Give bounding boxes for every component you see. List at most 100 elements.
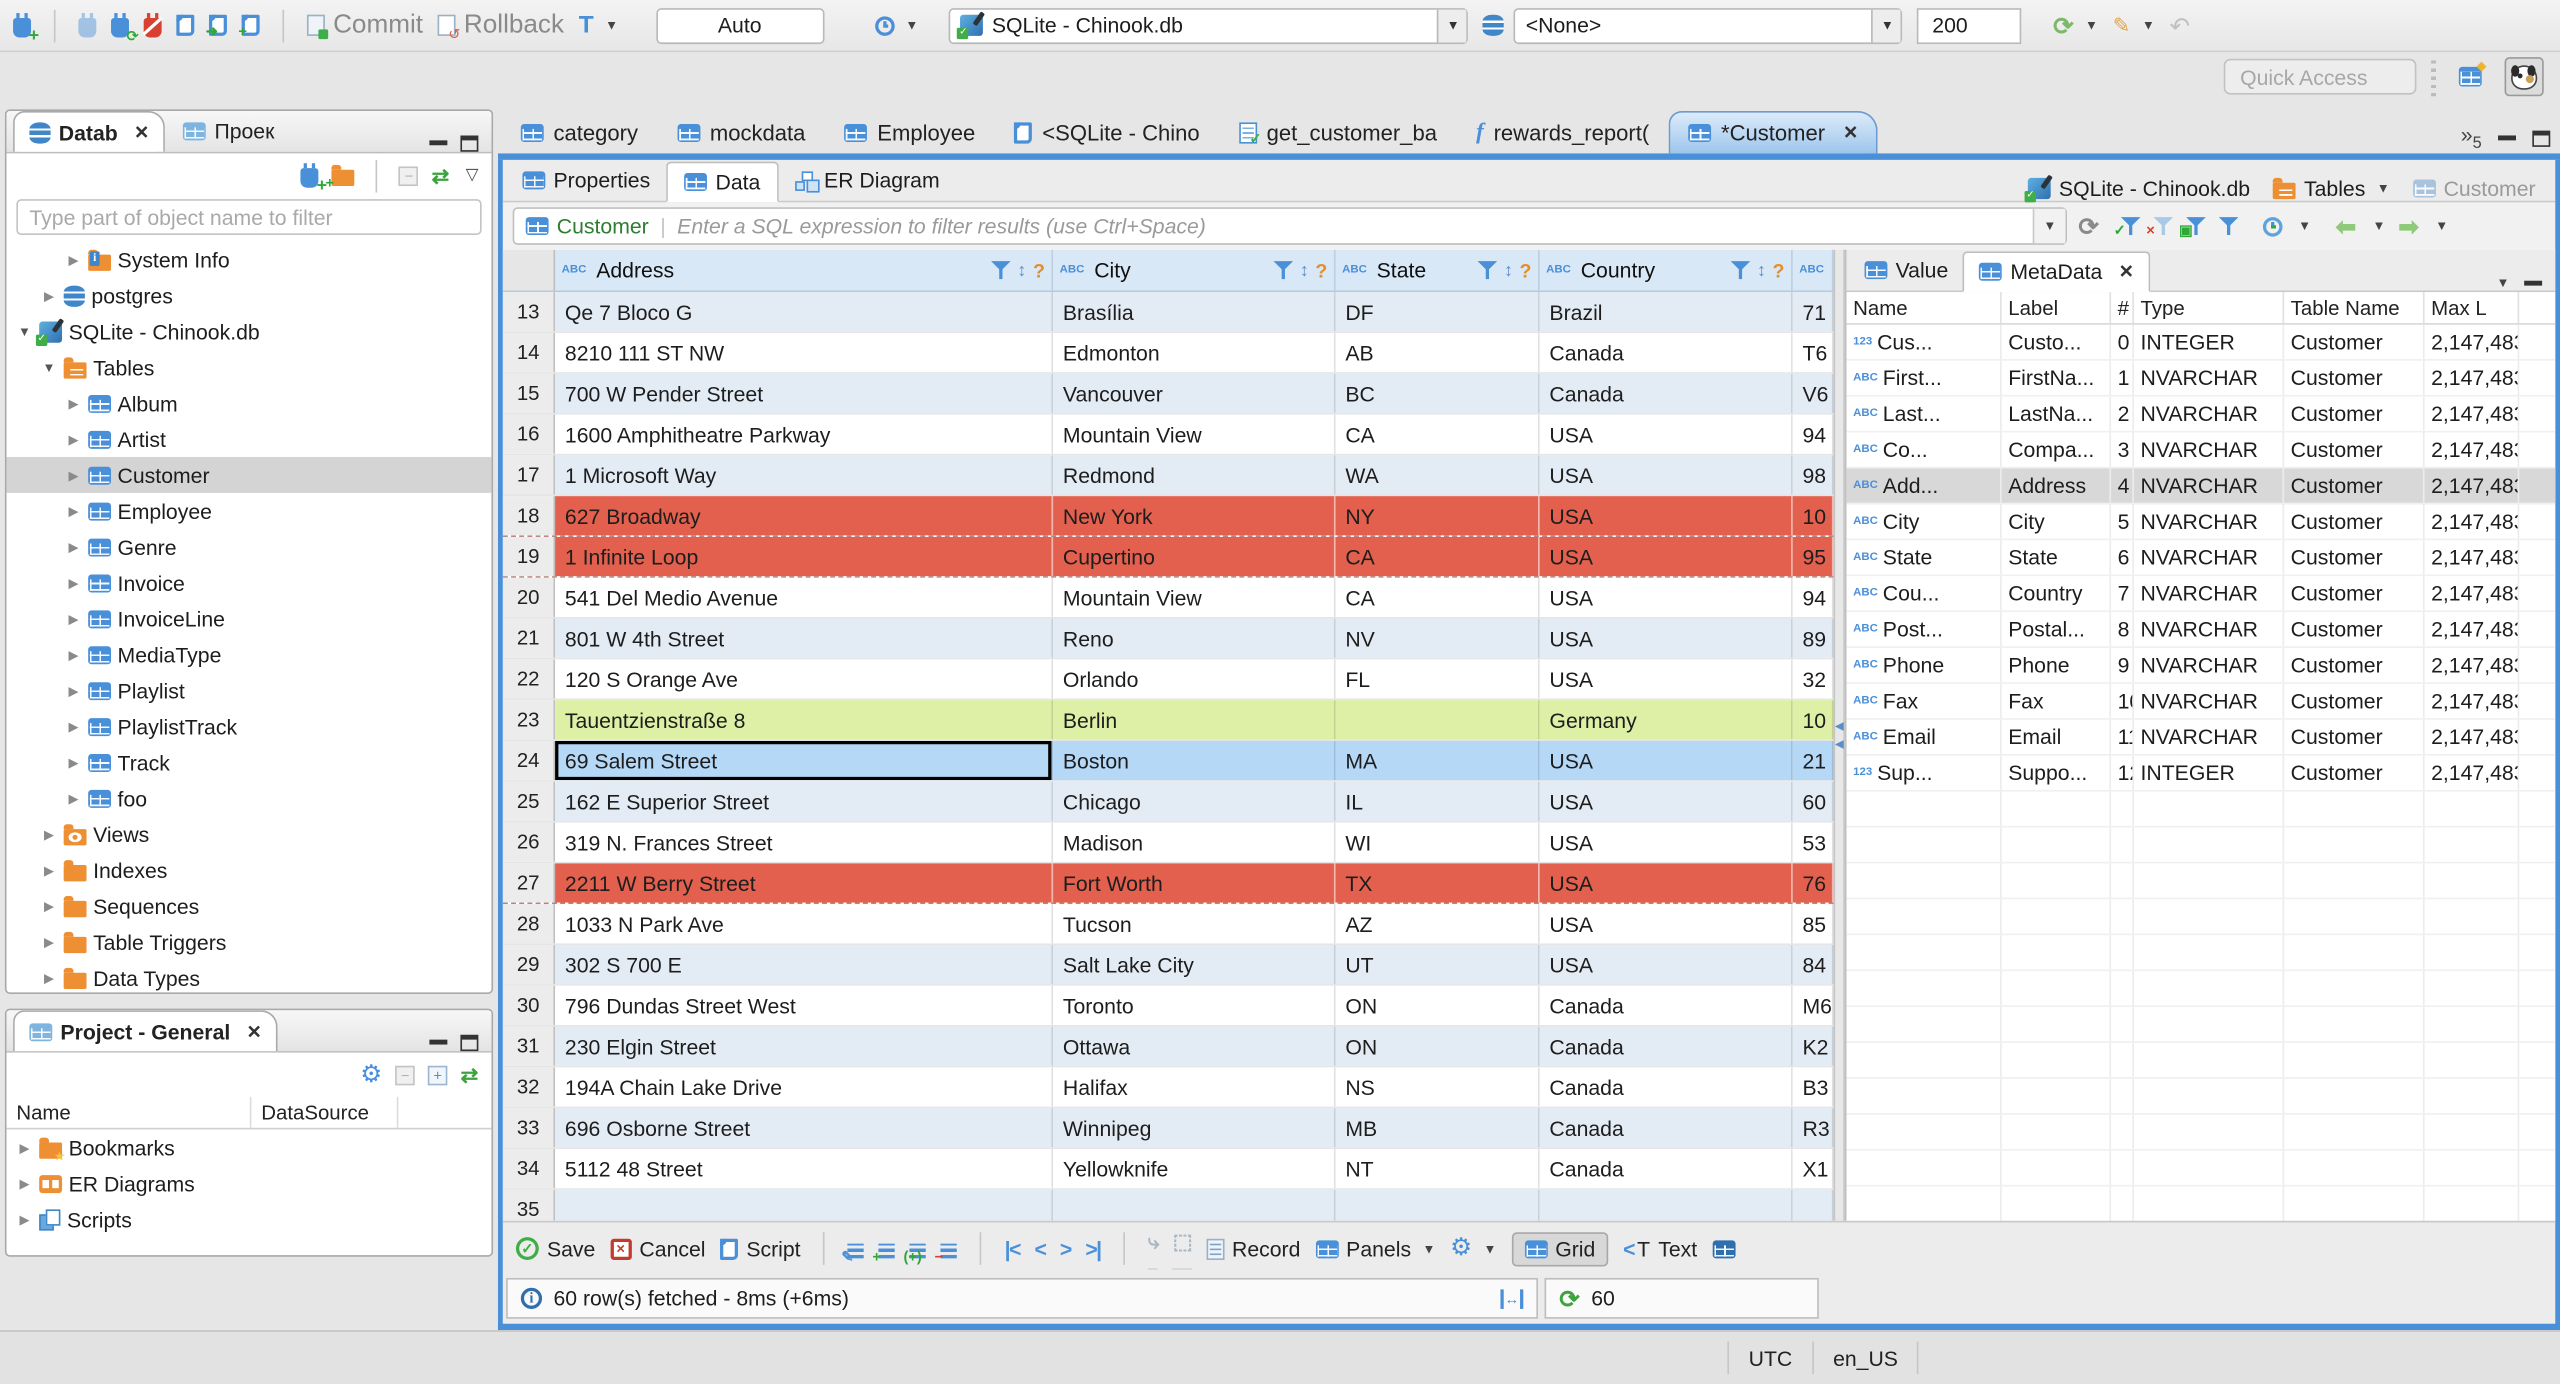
text-view-button[interactable]: < T Text [1623,1236,1697,1260]
grid-cell[interactable]: Tauentzienstraße 8 [555,700,1054,740]
grid-cell[interactable]: Fort Worth [1053,863,1336,903]
grid-cell[interactable]: 84 [1792,944,1834,985]
expand-arrow-icon[interactable]: ▶ [41,827,57,842]
row-number[interactable]: 13 [502,292,556,332]
grid-cell[interactable]: Canada [1539,1067,1793,1107]
grid-cell[interactable]: 69 Salem Street [555,740,1054,781]
metadata-row-state[interactable]: ABC State State 6 NVARCHAR Customer 2,147,483 [1846,540,2556,577]
table-row[interactable]: 30 796 Dundas Street West Toronto ON Canada M… [502,985,1834,1027]
metadata-cell[interactable]: 2,147,483 [2425,468,2520,503]
metadata-cell[interactable]: ABC City [1847,504,2002,539]
grid-cell[interactable]: 95 [1792,536,1834,577]
grid-cell[interactable] [1792,1189,1834,1221]
tree-item-table-triggers[interactable]: ▶ Table Triggers [7,924,492,960]
script-button[interactable]: Script [720,1236,801,1261]
grid-cell[interactable]: 1 Infinite Loop [555,536,1054,577]
copy-row-icon[interactable]: (+) [903,1243,927,1265]
panel-splitter[interactable]: ◀ ◀ [1833,249,1845,1221]
metadata-cell[interactable]: 2,147,483 [2425,576,2520,611]
sql-history-button[interactable]: ▼ [874,15,918,36]
metadata-cell[interactable]: Customer [2284,683,2425,719]
auto-refresh-timer-icon[interactable] [2262,216,2282,236]
grid-cell[interactable]: Ottawa [1053,1026,1336,1066]
metadata-cell[interactable]: ABC First... [1847,360,2002,395]
grid-cell[interactable]: 194A Chain Lake Drive [555,1067,1054,1107]
grid-cell[interactable]: Canada [1539,1026,1793,1066]
expand-arrow-icon[interactable]: ▶ [41,863,57,878]
metadata-cell[interactable]: 2,147,483 [2425,755,2520,790]
column-header-item[interactable]: ABC [1793,249,1834,291]
grid-cell[interactable]: Tucson [1053,904,1336,944]
metadata-cell[interactable]: Customer [2284,576,2425,611]
metadata-row-email[interactable]: ABC Email Email 11 NVARCHAR Customer 2,147,483 [1846,719,2556,756]
grid-cell[interactable]: 541 Del Medio Avenue [555,577,1054,617]
edit-row-icon[interactable]: ✎ [841,1243,865,1265]
database-select-combo[interactable]: SQLite - Chinook.db ▼ [949,7,1469,44]
filter-history-dropdown-icon[interactable]: ▼ [2032,208,2066,244]
filter-funnel-icon[interactable] [991,261,1011,280]
row-number[interactable]: 28 [502,904,556,944]
tree-item-er-diagrams[interactable]: ▶ ER Diagrams [7,1165,492,1201]
metadata-row-custo[interactable]: 123 Cus... Custo... 0 INTEGER Customer 2,147,4… [1846,324,2556,361]
metadata-cell[interactable]: 2,147,483 [2425,719,2520,755]
metadata-cell[interactable]: NVARCHAR [2134,576,2285,611]
tree-item-indexes[interactable]: ▶ Indexes [7,852,492,888]
grid-cell[interactable]: 801 W 4th Street [555,618,1054,658]
grid-cell[interactable]: Germany [1539,700,1793,740]
combo-dropdown-icon[interactable]: ▼ [1871,8,1902,42]
expand-arrow-icon[interactable]: ▶ [65,432,81,447]
result-settings-button[interactable]: ⚙ ▼ [1450,1235,1496,1260]
table-row[interactable]: 16 1600 Amphitheatre Parkway Mountain View… [502,414,1834,456]
grid-cell[interactable]: T6 [1792,332,1834,373]
metadata-cell[interactable]: NVARCHAR [2134,360,2285,395]
metadata-row-phone[interactable]: ABC Phone Phone 9 NVARCHAR Customer 2,147,483 [1846,647,2556,684]
metadata-cell[interactable]: 1 [2111,360,2134,395]
panels-button[interactable]: Panels ▼ [1315,1236,1435,1261]
sort-icon[interactable]: ↕ [1757,260,1766,280]
minimize-icon[interactable] [429,1039,448,1045]
tree-item-foo[interactable]: ▶ foo [7,780,492,816]
table-row[interactable]: 21 801 W 4th Street Reno NV USA 89 [502,618,1834,660]
expand-arrow-icon[interactable]: ▶ [16,1212,32,1227]
metadata-cell[interactable]: City [2002,504,2112,539]
metadata-cell[interactable]: ABC Last... [1847,396,2002,431]
grid-cell[interactable]: 230 Elgin Street [555,1026,1054,1066]
grid-cell[interactable]: X1 [1792,1148,1834,1189]
row-number[interactable]: 24 [502,740,556,781]
resize-columns-icon[interactable]: ↔ [1500,1288,1524,1309]
table-row[interactable]: 19 1 Infinite Loop Cupertino CA USA 95 [502,536,1834,578]
table-row[interactable]: 26 319 N. Frances Street Madison WI USA 53 [502,822,1834,864]
grid-cell[interactable]: 796 Dundas Street West [555,985,1054,1025]
tree-item-playlist[interactable]: ▶ Playlist [7,672,492,708]
locale-indicator[interactable]: en_US [1811,1342,1920,1374]
metadata-cell[interactable]: Customer [2284,432,2425,467]
editor-tab-customer[interactable]: *Customer ✕ [1668,110,1878,154]
fetch-next-icon[interactable]: ➡ [2398,211,2419,241]
dbeaver-perspective-button[interactable] [2504,57,2544,97]
minimize-icon[interactable] [429,140,448,146]
tree-item-playlisttrack[interactable]: ▶ PlaylistTrack [7,708,492,744]
grid-cell[interactable]: USA [1539,944,1793,985]
row-number[interactable]: 19 [502,536,556,577]
metadata-row-postal[interactable]: ABC Post... Postal... 8 NVARCHAR Customer 2,14… [1846,612,2556,648]
grid-cell[interactable]: AZ [1335,904,1540,944]
grid-cell[interactable]: 89 [1792,618,1834,658]
new-folder-icon[interactable]: + [326,164,355,191]
metadata-cell[interactable]: ABC Fax [1847,683,2002,719]
metadata-cell[interactable]: NVARCHAR [2134,504,2285,539]
grid-cell[interactable]: WI [1335,822,1540,862]
expand-arrow-icon[interactable]: ▶ [65,647,81,662]
goto-row-icon[interactable]: ⤷ [1147,1228,1160,1269]
cancel-button[interactable]: × Cancel [610,1236,706,1261]
row-number[interactable]: 29 [502,944,556,985]
grid-cell[interactable]: 627 Broadway [555,496,1054,536]
grid-cell[interactable]: 162 E Superior Street [555,781,1054,821]
tree-item-bookmarks[interactable]: ▶ Bookmarks [7,1129,492,1165]
metadata-cell[interactable]: Phone [2002,647,2112,683]
filter-funnel-icon[interactable] [1730,261,1751,280]
expand-all-icon[interactable]: + [427,1064,448,1085]
metadata-row-country[interactable]: ABC Cou... Country 7 NVARCHAR Customer 2,147,4… [1846,576,2556,613]
expand-arrow-icon[interactable]: ▶ [41,970,57,985]
grid-cell[interactable]: 1 Microsoft Way [555,455,1054,495]
grid-cell[interactable]: 696 Osborne Street [555,1108,1054,1148]
